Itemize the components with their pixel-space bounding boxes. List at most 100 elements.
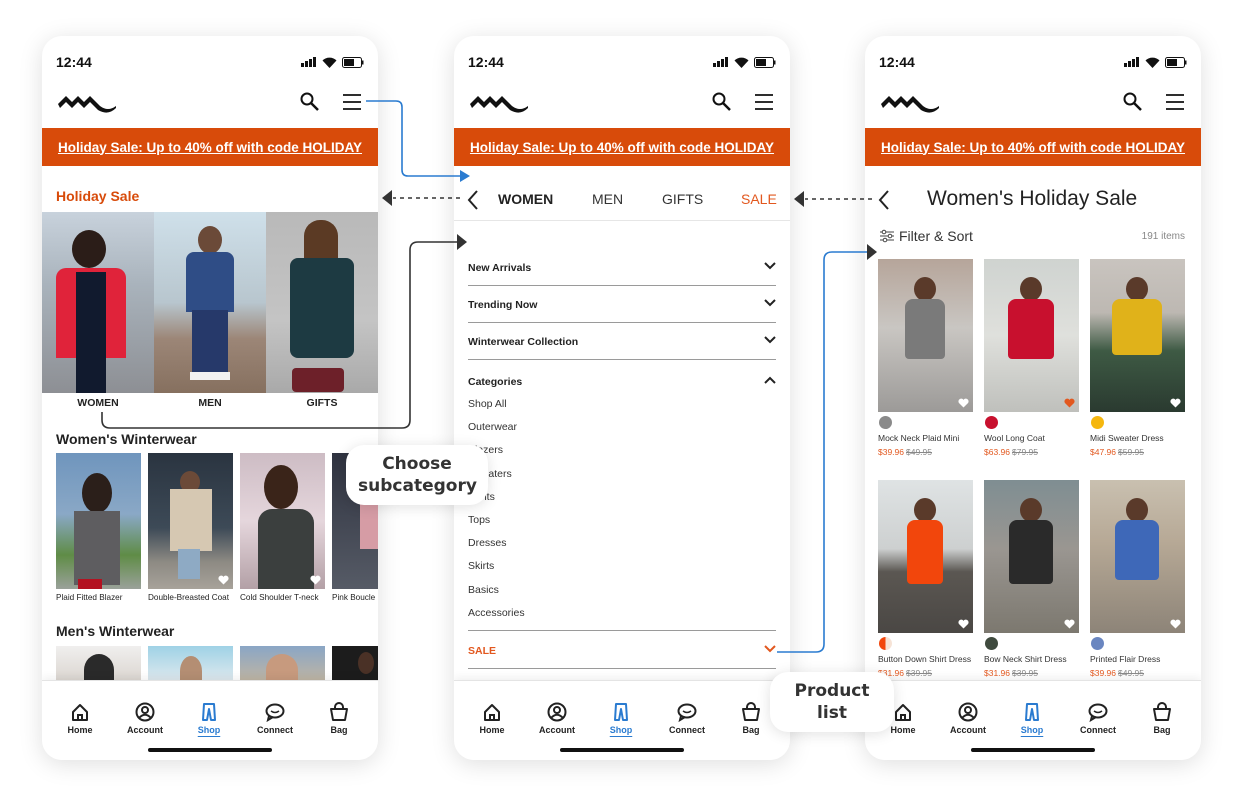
product-thumb[interactable]: [240, 453, 325, 589]
product-name[interactable]: Button Down Shirt Dress: [878, 654, 971, 664]
back-chevron-icon[interactable]: [466, 189, 480, 211]
hero-label-gifts[interactable]: GIFTS: [266, 397, 378, 409]
hero-gifts-image[interactable]: [266, 212, 378, 393]
accordion-new-arrivals[interactable]: New Arrivals: [468, 249, 776, 286]
search-icon[interactable]: [298, 90, 322, 114]
hero-women-image[interactable]: [42, 212, 154, 393]
tab-shop[interactable]: Shop: [179, 701, 239, 735]
accordion-sale[interactable]: SALE: [468, 632, 776, 669]
subcategory-item[interactable]: Shop All: [468, 398, 507, 410]
product-name[interactable]: Midi Sweater Dress: [1090, 433, 1164, 443]
promo-banner[interactable]: Holiday Sale: Up to 40% off with code HO…: [454, 128, 790, 166]
tab-account[interactable]: Account: [527, 701, 587, 735]
menu-icon[interactable]: [752, 90, 776, 114]
product-image[interactable]: [878, 259, 973, 412]
heart-icon[interactable]: [958, 619, 969, 629]
accordion-label: Categories: [468, 376, 523, 388]
flow-arrowhead: [794, 191, 804, 207]
heart-icon[interactable]: [310, 575, 321, 585]
accordion-trending-now[interactable]: Trending Now: [468, 286, 776, 323]
menu-icon[interactable]: [1163, 90, 1187, 114]
subcategory-item[interactable]: Skirts: [468, 560, 494, 572]
menu-icon[interactable]: [340, 90, 364, 114]
product-name[interactable]: Mock Neck Plaid Mini: [878, 433, 959, 443]
product-name[interactable]: Wool Long Coat: [984, 433, 1045, 443]
hero-label-men[interactable]: MEN: [154, 397, 266, 409]
product-thumb-name[interactable]: Plaid Fitted Blazer: [56, 593, 122, 602]
tab-sale[interactable]: SALE: [741, 191, 777, 207]
item-count: 191 items: [1141, 231, 1185, 242]
tab-account[interactable]: Account: [115, 701, 175, 735]
product-price: $47.96 $59.95: [1090, 447, 1144, 457]
battery-icon: [1165, 56, 1187, 68]
tab-connect[interactable]: Connect: [1068, 701, 1128, 735]
product-image[interactable]: [1090, 259, 1185, 412]
heart-icon[interactable]: [1170, 398, 1181, 408]
product-thumb-name[interactable]: Cold Shoulder T-neck: [240, 593, 319, 602]
tab-connect[interactable]: Connect: [657, 701, 717, 735]
brand-logo[interactable]: [56, 92, 118, 114]
subcategory-item[interactable]: Dresses: [468, 537, 507, 549]
product-thumb-name[interactable]: Pink Boucle: [332, 593, 378, 602]
tab-women[interactable]: WOMEN: [498, 191, 553, 207]
tab-men[interactable]: MEN: [592, 191, 623, 207]
product-image[interactable]: [1090, 480, 1185, 633]
product-image[interactable]: [984, 480, 1079, 633]
product-image[interactable]: [984, 259, 1079, 412]
color-swatch[interactable]: [879, 637, 892, 650]
subcategory-item[interactable]: Basics: [468, 584, 499, 596]
hero-label-women[interactable]: WOMEN: [42, 397, 154, 409]
search-icon[interactable]: [710, 90, 734, 114]
subcategory-item[interactable]: Accessories: [468, 607, 525, 619]
promo-text[interactable]: Holiday Sale: Up to 40% off with code HO…: [881, 140, 1185, 155]
brand-logo[interactable]: [879, 92, 941, 114]
promo-banner[interactable]: Holiday Sale: Up to 40% off with code HO…: [865, 128, 1201, 166]
wifi-icon: [322, 57, 337, 68]
heart-filled-icon[interactable]: [1064, 398, 1075, 408]
color-swatch[interactable]: [1091, 416, 1104, 429]
subcategory-item[interactable]: Tops: [468, 514, 490, 526]
filter-sort-label: Filter & Sort: [899, 228, 973, 244]
tab-connect[interactable]: Connect: [245, 701, 305, 735]
heart-icon[interactable]: [1170, 619, 1181, 629]
product-thumb[interactable]: [148, 453, 233, 589]
heart-icon[interactable]: [1064, 619, 1075, 629]
status-time: 12:44: [879, 54, 915, 70]
product-thumb-name[interactable]: Double-Breasted Coat: [148, 593, 229, 602]
filter-sort-button[interactable]: Filter & Sort: [879, 228, 973, 244]
subcategory-item[interactable]: Outerwear: [468, 421, 517, 433]
color-swatch[interactable]: [985, 416, 998, 429]
bottom-tab-bar: Home Account Shop Connect Bag: [865, 680, 1201, 760]
bag-icon: [742, 702, 760, 721]
back-chevron-icon[interactable]: [877, 189, 891, 211]
tab-shop[interactable]: Shop: [1002, 701, 1062, 735]
hero-men-image[interactable]: [154, 212, 266, 393]
brand-logo[interactable]: [468, 92, 530, 114]
accordion-winterwear[interactable]: Winterwear Collection: [468, 323, 776, 360]
product-thumb[interactable]: [56, 453, 141, 589]
product-name[interactable]: Bow Neck Shirt Dress: [984, 654, 1067, 664]
flow-arrow-sale: [777, 251, 868, 653]
heart-icon[interactable]: [958, 398, 969, 408]
accordion-categories[interactable]: Categories: [468, 360, 776, 631]
product-name[interactable]: Printed Flair Dress: [1090, 654, 1160, 664]
promo-text[interactable]: Holiday Sale: Up to 40% off with code HO…: [58, 140, 362, 155]
tab-account[interactable]: Account: [938, 701, 998, 735]
promo-text[interactable]: Holiday Sale: Up to 40% off with code HO…: [470, 140, 774, 155]
promo-banner[interactable]: Holiday Sale: Up to 40% off with code HO…: [42, 128, 378, 166]
heart-icon[interactable]: [218, 575, 229, 585]
color-swatch[interactable]: [879, 416, 892, 429]
tab-shop[interactable]: Shop: [591, 701, 651, 735]
tab-label: Shop: [609, 725, 633, 735]
color-swatch[interactable]: [985, 637, 998, 650]
tab-label: Bag: [742, 725, 760, 735]
color-swatch[interactable]: [1091, 637, 1104, 650]
tab-label: Connect: [669, 725, 705, 735]
tab-gifts[interactable]: GIFTS: [662, 191, 703, 207]
tab-home[interactable]: Home: [50, 701, 110, 735]
product-image[interactable]: [878, 480, 973, 633]
tab-bag[interactable]: Bag: [309, 701, 369, 735]
tab-bag[interactable]: Bag: [1132, 701, 1192, 735]
tab-home[interactable]: Home: [462, 701, 522, 735]
search-icon[interactable]: [1121, 90, 1145, 114]
